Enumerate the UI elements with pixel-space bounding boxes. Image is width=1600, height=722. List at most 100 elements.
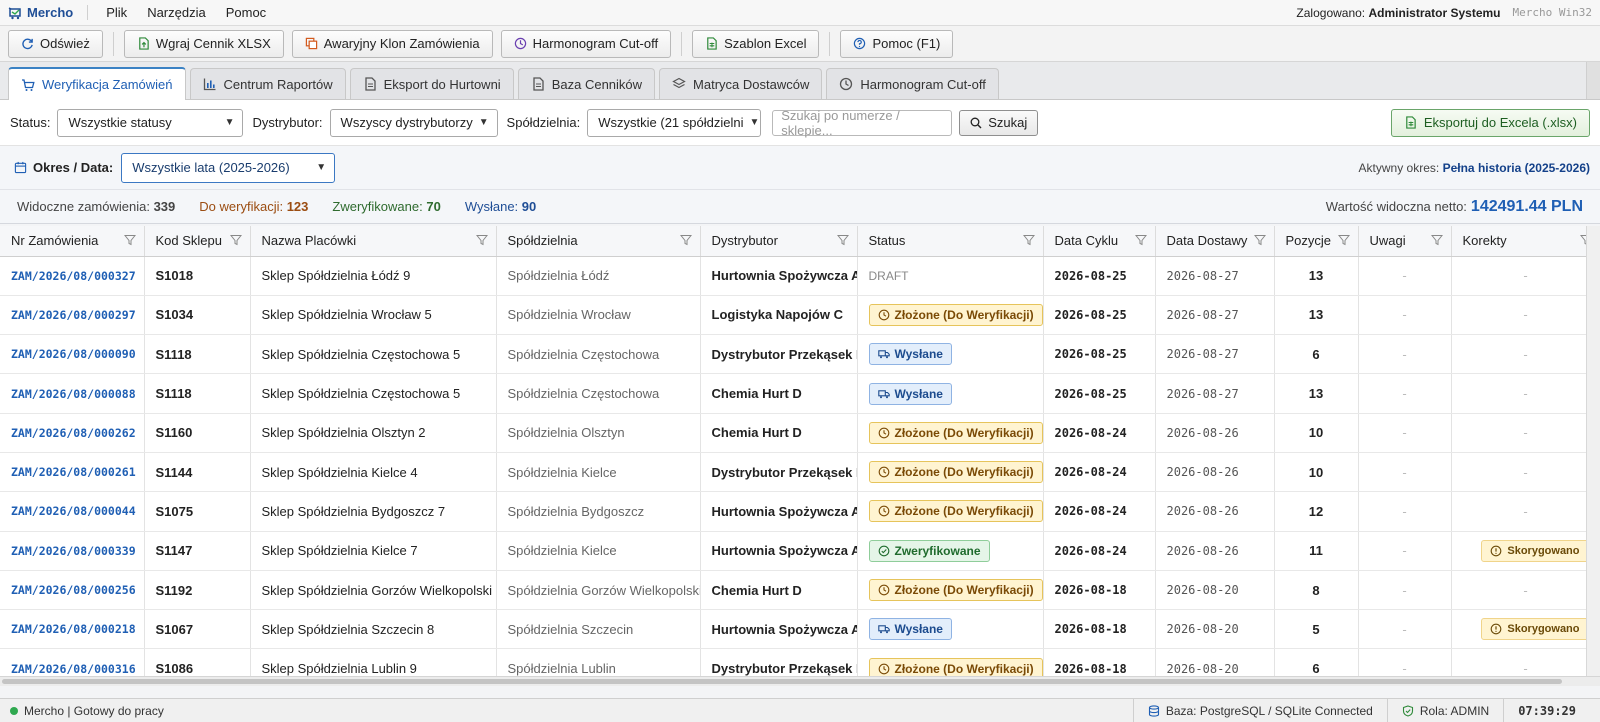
cell-delivery-date: 2026-08-27 (1155, 256, 1275, 296)
table-row[interactable]: ZAM/2026/08/000044 S1075 Sklep Spółdzielni… (0, 491, 1600, 532)
tab-pricelists[interactable]: Baza Cenników (517, 68, 656, 99)
cell-store-code: S1147 (144, 531, 251, 571)
alert-circle-icon (1491, 545, 1502, 557)
table-vertical-scrollbar[interactable] (1586, 226, 1600, 676)
status-right: Baza: PostgreSQL / SQLite Connected Rola… (1132, 699, 1590, 722)
cell-status: Zweryfikowane (857, 531, 1044, 571)
search-input[interactable]: Szukaj po numerze / sklepie... (772, 108, 953, 138)
tab-reports[interactable]: Centrum Raportów (189, 68, 346, 99)
chevron-down-icon: ▼ (316, 162, 327, 173)
column-header[interactable]: Korekty (1451, 226, 1600, 257)
cell-delivery-date: 2026-08-27 (1155, 295, 1275, 336)
tab-supplier-matrix[interactable]: Matryca Dostawców (659, 68, 823, 99)
table-row[interactable]: ZAM/2026/08/000327 S1018 Sklep Spółdzielni… (0, 256, 1600, 296)
filter-icon[interactable] (229, 234, 242, 246)
cell-store-name: Sklep Spółdzielnia Łódź 9 (250, 256, 497, 296)
cell-corrections: - (1451, 256, 1600, 296)
cell-order-number[interactable]: ZAM/2026/08/000088 (0, 373, 145, 414)
menu-plik[interactable]: Plik (96, 5, 137, 20)
menu-pomoc[interactable]: Pomoc (216, 5, 276, 20)
filter-icon[interactable] (1337, 234, 1350, 246)
table-row[interactable]: ZAM/2026/08/000339 S1147 Sklep Spółdzielni… (0, 531, 1600, 571)
filter-icon[interactable] (1430, 234, 1443, 246)
table-row[interactable]: ZAM/2026/08/000218 S1067 Sklep Spółdzielni… (0, 609, 1600, 650)
filter-icon[interactable] (679, 234, 692, 246)
column-header[interactable]: Pozycje (1274, 226, 1359, 257)
table-row[interactable]: ZAM/2026/08/000262 S1160 Sklep Spółdzielni… (0, 413, 1600, 453)
status-badge-label: Złożone (Do Weryfikacji) (894, 661, 1034, 676)
cutoff-schedule-button[interactable]: Harmonogram Cut-off (500, 29, 672, 58)
cell-order-number[interactable]: ZAM/2026/08/000297 (0, 295, 145, 336)
column-header[interactable]: Status (857, 226, 1044, 257)
tab-order-verification[interactable]: Weryfikacja Zamówień (8, 67, 186, 100)
cell-status: Wysłane (857, 334, 1044, 375)
search-button[interactable]: Szukaj (959, 109, 1039, 136)
cell-order-number[interactable]: ZAM/2026/08/000256 (0, 570, 145, 611)
column-header[interactable]: Spółdzielnia (496, 226, 701, 257)
coop-select[interactable]: Wszystkie (21 spółdzielni ▼ (587, 108, 762, 137)
filter-icon[interactable] (475, 234, 488, 246)
filter-bar: Status: Wszystkie statusy ▼ Dystrybutor:… (0, 100, 1600, 146)
cell-order-number[interactable]: ZAM/2026/08/000090 (0, 334, 145, 375)
clock-icon (878, 663, 889, 674)
cell-order-number[interactable]: ZAM/2026/08/000327 (0, 256, 145, 296)
alert-circle-icon (1491, 623, 1502, 635)
menu-narzedzia[interactable]: Narzędzia (137, 5, 216, 20)
column-header[interactable]: Dystrybutor (700, 226, 858, 257)
column-header[interactable]: Data Dostawy (1155, 226, 1275, 257)
logged-user: Zalogowano: Administrator Systemu (1296, 6, 1500, 20)
tab-wholesale-export[interactable]: Eksport do Hurtowni (349, 68, 514, 99)
cell-cycle-date: 2026-08-18 (1043, 570, 1156, 611)
cell-store-name: Sklep Spółdzielnia Kielce 4 (250, 452, 497, 493)
toolbar: Odśwież Wgraj Cennik XLSX Awaryjny Klon … (0, 26, 1600, 62)
filter-icon[interactable] (836, 234, 849, 246)
table-row[interactable]: ZAM/2026/08/000261 S1144 Sklep Spółdzielni… (0, 452, 1600, 493)
help-button[interactable]: Pomoc (F1) (840, 29, 954, 58)
upload-pricelist-button[interactable]: Wgraj Cennik XLSX (123, 29, 284, 58)
filter-icon[interactable] (1022, 234, 1035, 246)
app-version: Mercho Win32 (1512, 6, 1592, 19)
cell-order-number[interactable]: ZAM/2026/08/000218 (0, 609, 145, 650)
table-horizontal-scrollbar[interactable] (0, 676, 1600, 686)
filter-icon[interactable] (1134, 234, 1147, 246)
cell-store-name: Sklep Spółdzielnia Szczecin 8 (250, 609, 497, 650)
table-row[interactable]: ZAM/2026/08/000256 S1192 Sklep Spółdzielni… (0, 570, 1600, 611)
column-header[interactable]: Nr Zamówienia (0, 226, 145, 257)
cell-order-number[interactable]: ZAM/2026/08/000044 (0, 491, 145, 532)
emergency-clone-button[interactable]: Awaryjny Klon Zamówienia (291, 29, 493, 58)
cell-delivery-date: 2026-08-20 (1155, 570, 1275, 611)
spreadsheet-icon (707, 37, 717, 50)
filter-icon[interactable] (1253, 234, 1266, 246)
cell-store-name: Sklep Spółdzielnia Kielce 7 (250, 531, 497, 571)
table-row[interactable]: ZAM/2026/08/000088 S1118 Sklep Spółdzielni… (0, 373, 1600, 414)
export-excel-button[interactable]: Eksportuj do Excela (.xlsx) (1390, 108, 1590, 137)
distributor-select[interactable]: Wszyscy dystrybutorzy ▼ (329, 108, 498, 137)
scrollbar-thumb[interactable] (2, 679, 1562, 684)
stat-net-value: Wartość widoczna netto: 142491.44 PLN (1326, 198, 1583, 216)
cell-positions: 5 (1274, 609, 1359, 650)
cell-order-number[interactable]: ZAM/2026/08/000261 (0, 452, 145, 493)
table-row[interactable]: ZAM/2026/08/000090 S1118 Sklep Spółdzielni… (0, 334, 1600, 375)
filter-icon[interactable] (123, 234, 136, 246)
corrected-badge: Skorygowano (1481, 539, 1589, 562)
table-row[interactable]: ZAM/2026/08/000297 S1034 Sklep Spółdzielni… (0, 295, 1600, 336)
cell-positions: 13 (1274, 373, 1359, 414)
column-header[interactable]: Nazwa Placówki (250, 226, 497, 257)
period-select[interactable]: Wszystkie lata (2025-2026) ▼ (121, 152, 336, 183)
column-header[interactable]: Data Cyklu (1043, 226, 1156, 257)
cell-status: Wysłane (857, 373, 1044, 414)
cell-order-number[interactable]: ZAM/2026/08/000339 (0, 531, 145, 571)
export-excel-label: Eksportuj do Excela (.xlsx) (1423, 115, 1577, 130)
column-header[interactable]: Uwagi (1358, 226, 1452, 257)
refresh-button[interactable]: Odśwież (8, 29, 103, 58)
column-header[interactable]: Kod Sklepu (144, 226, 251, 257)
tab-cutoff-schedule[interactable]: Harmonogram Cut-off (826, 68, 999, 99)
cell-order-number[interactable]: ZAM/2026/08/000262 (0, 413, 145, 453)
tabs-scrollbar[interactable] (1586, 62, 1600, 99)
column-header-label: Status (868, 233, 906, 249)
column-header-label: Korekty (1462, 233, 1507, 249)
status-select[interactable]: Wszystkie statusy ▼ (57, 108, 244, 137)
excel-template-button[interactable]: Szablon Excel (692, 29, 820, 58)
cell-cycle-date: 2026-08-25 (1043, 295, 1156, 336)
cell-coop: Spółdzielnia Kielce (496, 452, 701, 493)
